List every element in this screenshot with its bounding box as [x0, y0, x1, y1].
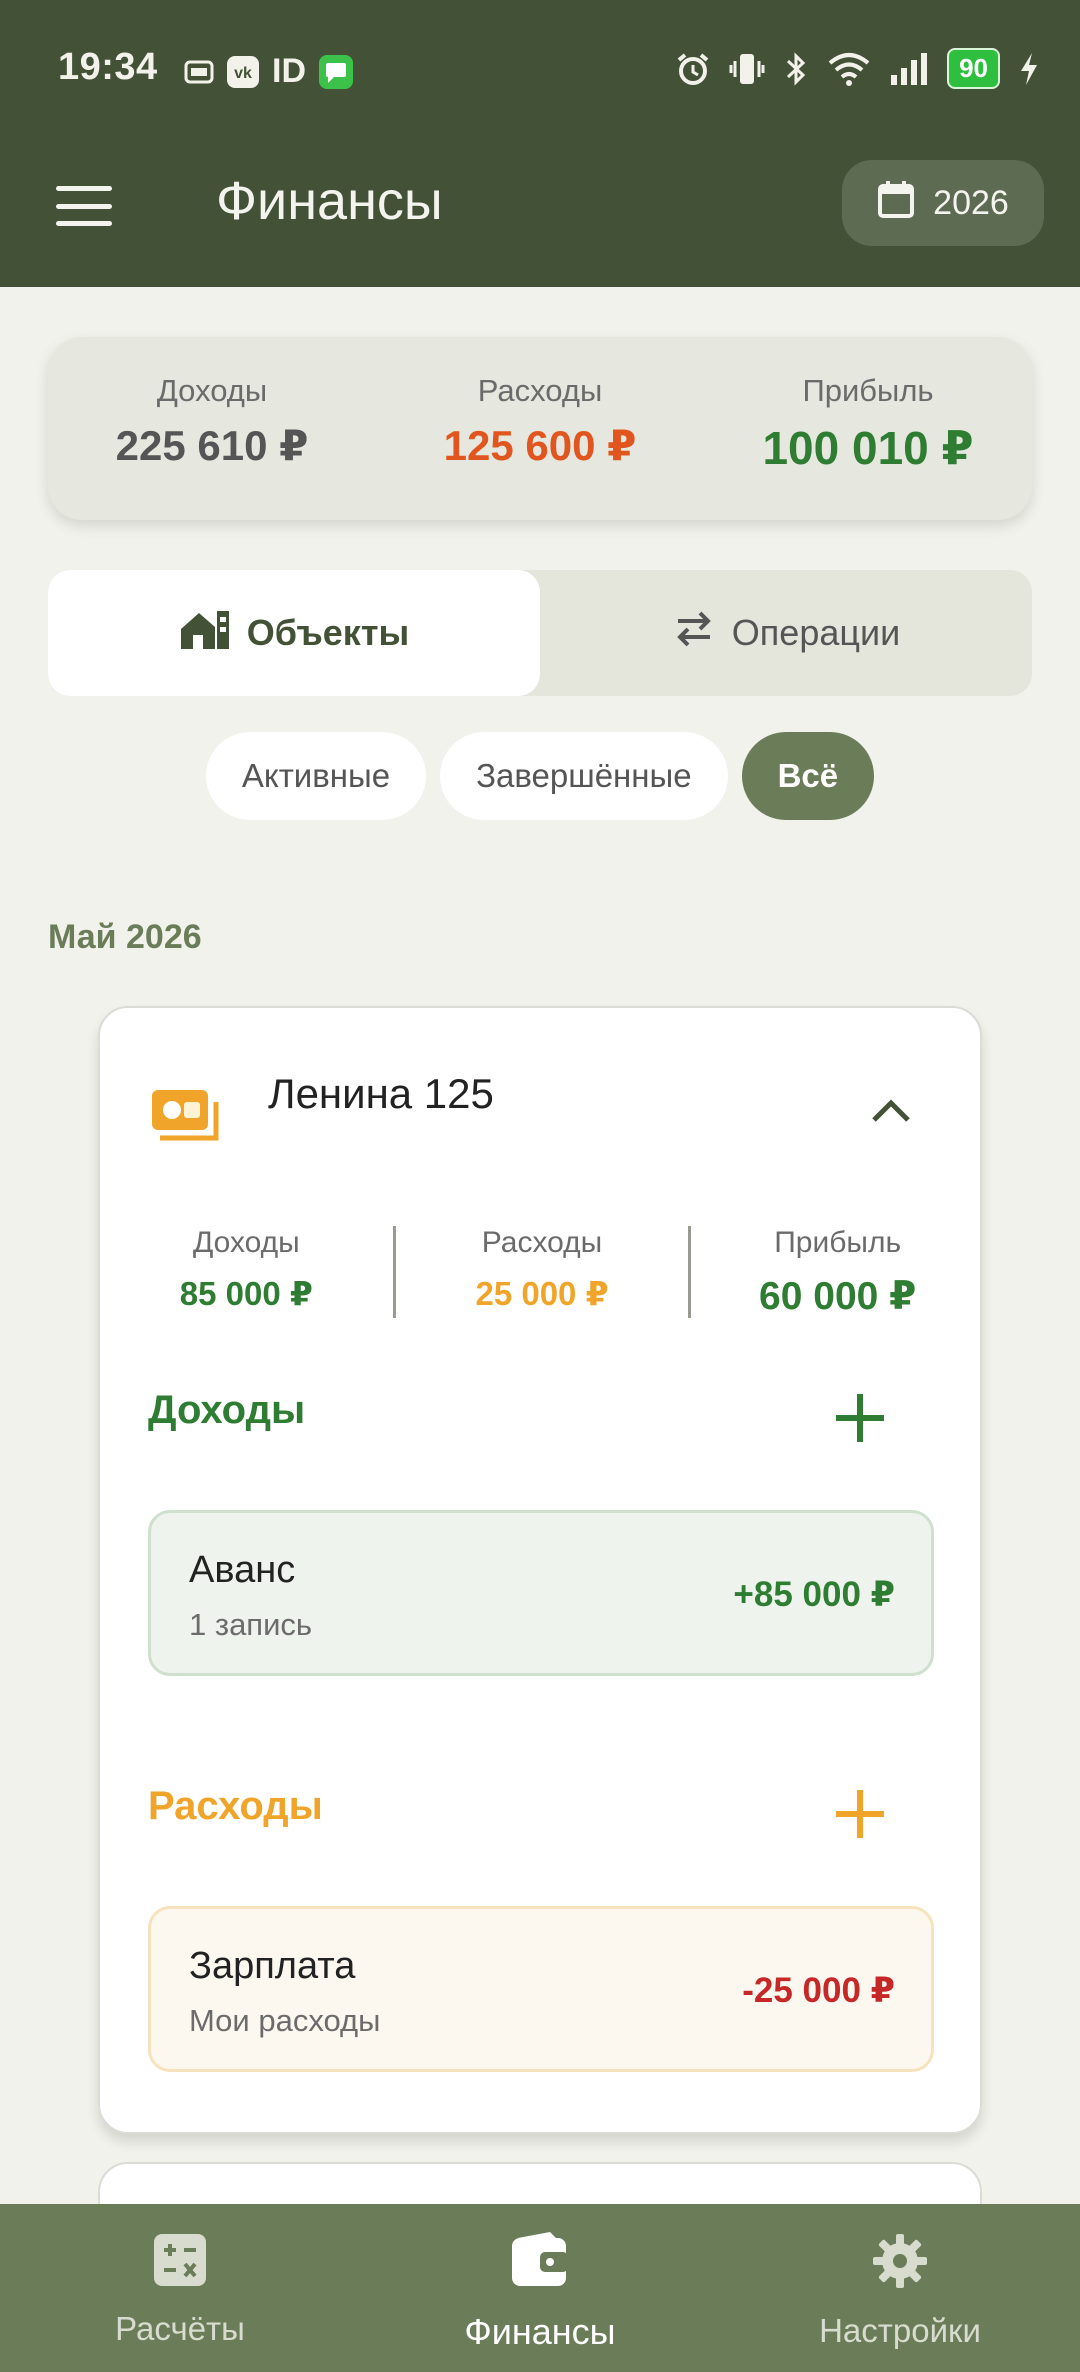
object-stat-income-value: 85 000 ₽ — [179, 1275, 313, 1312]
menu-icon-line — [56, 203, 112, 209]
nav-settings[interactable]: Настройки — [720, 2204, 1080, 2372]
object-stat-profit-value: 60 000 ₽ — [759, 1275, 917, 1318]
tab-operations-label: Операции — [731, 612, 901, 653]
messages-icon — [318, 54, 354, 90]
year-label: 2026 — [933, 183, 1009, 222]
year-picker-button[interactable]: 2026 — [842, 160, 1044, 246]
tab-objects-label: Объекты — [246, 612, 410, 653]
status-filter-chips: Активные Завершённые Всё — [0, 732, 1080, 820]
wifi-icon — [827, 51, 871, 87]
notification-icons: vk ID — [184, 52, 354, 91]
object-stat-profit: Прибыль 60 000 ₽ — [688, 1226, 984, 1318]
charging-icon — [1018, 51, 1040, 87]
vk-icon: vk — [226, 55, 260, 89]
plus-icon — [836, 1790, 884, 1838]
tab-objects[interactable]: Объекты — [48, 570, 540, 696]
object-stat-income-label: Доходы — [192, 1226, 300, 1259]
add-income-button[interactable] — [830, 1388, 890, 1448]
summary-expense-label: Расходы — [477, 373, 603, 408]
add-expense-button[interactable] — [830, 1784, 890, 1844]
vibrate-icon — [729, 51, 765, 87]
summary-income: Доходы 225 610 ₽ — [48, 337, 376, 520]
summary-profit-value: 100 010 ₽ — [762, 422, 974, 474]
income-entry-amount: +85 000 ₽ — [733, 1575, 895, 1614]
income-entry-name: Аванс — [189, 1549, 296, 1591]
calculator-icon — [152, 2232, 208, 2296]
income-section-title: Доходы — [148, 1388, 306, 1432]
summary-income-value: 225 610 ₽ — [115, 422, 309, 469]
filter-completed[interactable]: Завершённые — [440, 732, 728, 820]
bluetooth-icon — [783, 51, 809, 87]
summary-expense: Расходы 125 600 ₽ — [376, 337, 704, 520]
nav-calculations-label: Расчёты — [115, 2310, 245, 2347]
bottom-navigation: Расчёты Финансы Настройки — [0, 2204, 1080, 2372]
summary-profit-label: Прибыль — [802, 373, 934, 408]
month-header: Май 2026 — [48, 918, 202, 956]
page-title: Финансы — [216, 171, 443, 231]
collapse-button[interactable] — [870, 1096, 912, 1129]
object-stat-income: Доходы 85 000 ₽ — [100, 1226, 393, 1318]
object-stat-expense: Расходы 25 000 ₽ — [392, 1226, 689, 1318]
status-bar: 19:34 vk ID 90 — [0, 0, 1080, 145]
nav-calculations[interactable]: Расчёты — [0, 2204, 360, 2372]
chevron-up-icon — [872, 1099, 910, 1122]
expense-section-title: Расходы — [148, 1784, 323, 1828]
pzh-app-icon — [184, 57, 214, 87]
nav-finances[interactable]: Финансы — [360, 2204, 720, 2372]
app-header: 19:34 vk ID 90 Финансы 2026 — [0, 0, 1080, 287]
plus-icon — [836, 1394, 884, 1442]
income-entry-sub: 1 запись — [189, 1607, 313, 1642]
settings-gear-icon — [871, 2232, 929, 2298]
calendar-icon — [877, 179, 915, 228]
filter-all[interactable]: Всё — [741, 732, 875, 820]
expense-entry-amount: -25 000 ₽ — [742, 1971, 895, 2010]
object-stat-profit-label: Прибыль — [774, 1226, 902, 1259]
menu-button[interactable] — [56, 186, 112, 226]
object-card: Ленина 125 Доходы 85 000 ₽ Расходы 25 00… — [98, 1006, 982, 2134]
id-icon: ID — [272, 52, 306, 90]
nav-settings-label: Настройки — [819, 2312, 981, 2349]
tab-operations[interactable]: Операции — [540, 570, 1032, 696]
object-stat-expense-label: Расходы — [481, 1226, 603, 1259]
alarm-icon — [675, 51, 711, 87]
object-title: Ленина 125 — [268, 1070, 494, 1117]
object-stat-expense-value: 25 000 ₽ — [475, 1275, 609, 1312]
summary-income-label: Доходы — [156, 373, 268, 408]
summary-expense-value: 125 600 ₽ — [443, 422, 637, 469]
system-icons: 90 — [675, 48, 1040, 89]
battery-indicator: 90 — [947, 48, 1000, 89]
menu-icon-line — [56, 186, 112, 191]
summary-card: Доходы 225 610 ₽ Расходы 125 600 ₽ Прибы… — [48, 337, 1032, 520]
status-time: 19:34 — [58, 46, 158, 88]
nav-finances-label: Финансы — [464, 2311, 616, 2352]
filter-active[interactable]: Активные — [205, 732, 427, 820]
summary-profit: Прибыль 100 010 ₽ — [704, 337, 1032, 520]
signal-icon — [889, 51, 929, 87]
svg-text:vk: vk — [234, 65, 252, 82]
swap-icon — [672, 609, 716, 658]
income-entry[interactable]: Аванс 1 запись +85 000 ₽ — [148, 1510, 934, 1676]
object-stats: Доходы 85 000 ₽ Расходы 25 000 ₽ Прибыль… — [100, 1226, 984, 1318]
view-tabs: Объекты Операции — [48, 570, 1032, 696]
expense-entry-name: Зарплата — [189, 1945, 356, 1987]
house-icon — [179, 607, 231, 660]
wallet-icon — [510, 2232, 570, 2297]
menu-icon-line — [56, 221, 112, 226]
expense-entry[interactable]: Зарплата Мои расходы -25 000 ₽ — [148, 1906, 934, 2072]
expense-entry-sub: Мои расходы — [189, 2003, 381, 2038]
money-icon — [150, 1088, 220, 1147]
